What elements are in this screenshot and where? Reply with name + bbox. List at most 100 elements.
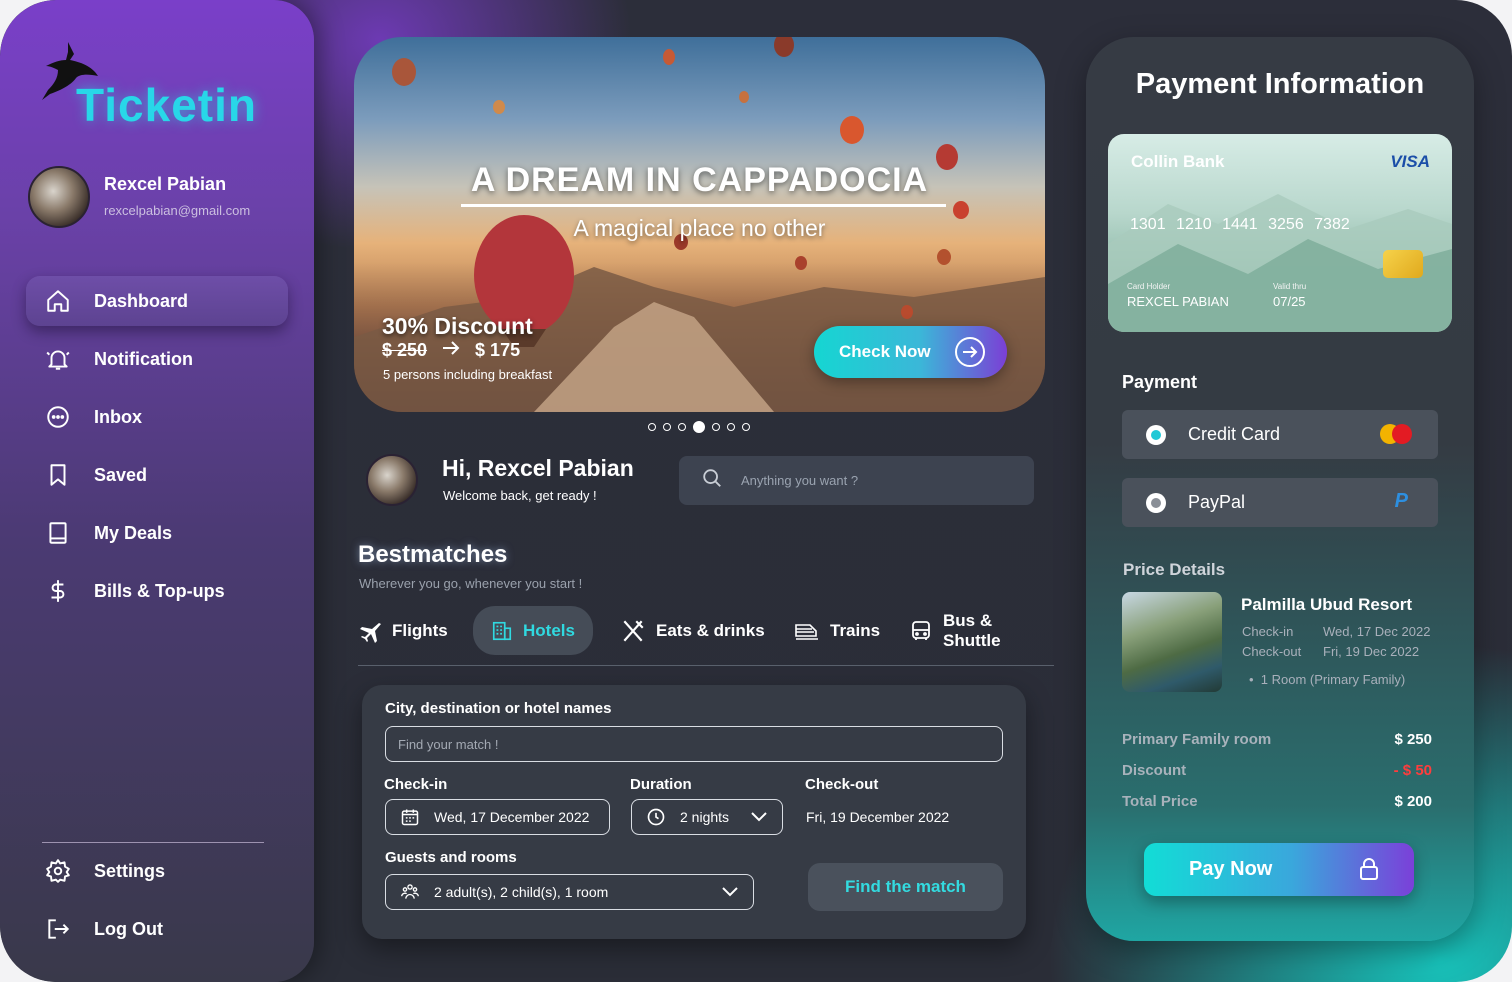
destination-input[interactable]: Find your match ! bbox=[385, 726, 1003, 762]
tab-flights[interactable]: Flights bbox=[358, 606, 448, 655]
sidebar-item-bills[interactable]: Bills & Top-ups bbox=[26, 566, 288, 616]
pay-now-button[interactable]: Pay Now bbox=[1144, 843, 1414, 896]
carousel-dots bbox=[648, 421, 750, 433]
guests-rooms-select[interactable]: 2 adult(s), 2 child(s), 1 room bbox=[385, 874, 754, 910]
hotel-search-form: City, destination or hotel names Find yo… bbox=[362, 685, 1026, 939]
chevron-down-icon bbox=[721, 884, 739, 901]
payment-option-paypal[interactable]: PayPal P bbox=[1122, 478, 1438, 527]
tab-bus-shuttle[interactable]: Bus & Shuttle bbox=[909, 606, 1054, 655]
bus-icon bbox=[909, 619, 933, 643]
tab-hotels[interactable]: Hotels bbox=[473, 606, 593, 655]
sidebar-item-label: Notification bbox=[94, 348, 193, 369]
carousel-dot[interactable] bbox=[742, 423, 750, 431]
avatar[interactable] bbox=[366, 454, 418, 506]
hero-subtitle: A magical place no other bbox=[573, 215, 826, 241]
visa-logo: VISA bbox=[1390, 152, 1430, 171]
price-amount: $ 250 bbox=[1394, 731, 1432, 748]
bullet-icon: • bbox=[1249, 672, 1261, 687]
bell-icon bbox=[44, 345, 72, 373]
hero-title-underline bbox=[461, 204, 946, 207]
utensils-icon bbox=[620, 618, 646, 644]
carousel-dot[interactable] bbox=[727, 423, 735, 431]
carousel-dot[interactable] bbox=[678, 423, 686, 431]
search-input[interactable]: Anything you want ? bbox=[679, 456, 1034, 505]
check-now-label: Check Now bbox=[839, 342, 931, 361]
home-icon bbox=[44, 287, 72, 315]
resort-name: Palmilla Ubud Resort bbox=[1241, 595, 1412, 614]
card-bank: Collin Bank bbox=[1131, 152, 1225, 171]
mastercard-icon bbox=[1380, 424, 1414, 444]
tab-label: Bus & Shuttle bbox=[943, 610, 1001, 650]
card-valid: 07/25 bbox=[1273, 294, 1306, 309]
price-details-label: Price Details bbox=[1123, 560, 1226, 579]
discount-label: 30% Discount bbox=[382, 313, 533, 339]
carousel-dot-active[interactable] bbox=[693, 421, 705, 433]
resort-image bbox=[1122, 592, 1222, 692]
radio-unselected[interactable] bbox=[1146, 492, 1166, 513]
search-placeholder: Anything you want ? bbox=[741, 473, 859, 488]
price-line-discount: Discount - $ 50 bbox=[1122, 762, 1432, 779]
checkout-value: Fri, 19 December 2022 bbox=[806, 809, 950, 825]
logo[interactable]: Ticketin bbox=[40, 40, 270, 140]
sidebar-item-logout[interactable]: Log Out bbox=[26, 904, 288, 954]
sidebar-item-label: Dashboard bbox=[94, 290, 189, 311]
checkin-date-picker[interactable]: Wed, 17 December 2022 bbox=[385, 799, 610, 835]
plane-icon bbox=[358, 619, 382, 643]
carousel-dot[interactable] bbox=[648, 423, 656, 431]
new-price: $ 175 bbox=[475, 340, 521, 360]
duration-label: Duration bbox=[630, 776, 692, 793]
hero-title: A DREAM IN CAPPADOCIA bbox=[470, 161, 929, 199]
tab-label: Hotels bbox=[523, 620, 575, 640]
price-label: Discount bbox=[1122, 762, 1187, 779]
train-icon bbox=[794, 619, 820, 643]
duration-select[interactable]: 2 nights bbox=[631, 799, 783, 835]
card-holder: REXCEL PABIAN bbox=[1127, 294, 1229, 309]
checkout-value: Fri, 19 Dec 2022 bbox=[1323, 644, 1420, 659]
gear-icon bbox=[44, 857, 72, 885]
tab-label: Flights bbox=[392, 620, 448, 640]
payment-option-label: Credit Card bbox=[1188, 424, 1281, 444]
sidebar-bottom-nav: Settings Log Out bbox=[26, 846, 288, 962]
tab-eats-drinks[interactable]: Eats & drinks bbox=[620, 606, 765, 655]
checkin-value: Wed, 17 Dec 2022 bbox=[1323, 624, 1431, 639]
sidebar-item-settings[interactable]: Settings bbox=[26, 846, 288, 896]
sidebar-item-saved[interactable]: Saved bbox=[26, 450, 288, 500]
payment-option-credit-card[interactable]: Credit Card bbox=[1122, 410, 1438, 459]
app-name: Ticketin bbox=[76, 79, 257, 131]
sidebar-item-notification[interactable]: Notification bbox=[26, 334, 288, 384]
user-profile[interactable]: Rexcel Pabian rexcelpabian@gmail.com bbox=[28, 166, 298, 230]
tab-trains[interactable]: Trains bbox=[794, 606, 880, 655]
price-line-room: Primary Family room $ 250 bbox=[1122, 731, 1432, 748]
sidebar-item-inbox[interactable]: Inbox bbox=[26, 392, 288, 442]
hero-banner[interactable]: A DREAM IN CAPPADOCIA A magical place no… bbox=[354, 37, 1045, 412]
pay-now-label: Pay Now bbox=[1189, 858, 1273, 880]
sidebar-item-dashboard[interactable]: Dashboard bbox=[26, 276, 288, 326]
section-subtitle: Wherever you go, whenever you start ! bbox=[359, 576, 583, 591]
hero-prices: $ 250 $ 175 bbox=[382, 340, 520, 361]
arrow-right-icon bbox=[441, 340, 461, 361]
clock-icon bbox=[646, 807, 666, 827]
logout-icon bbox=[44, 915, 72, 943]
checkout-label: Check-out bbox=[1242, 644, 1302, 659]
resort-checkout: Check-out Fri, 19 Dec 2022 bbox=[1242, 644, 1419, 659]
duration-value: 2 nights bbox=[680, 809, 730, 825]
app-window: Ticketin Rexcel Pabian rexcelpabian@gmai… bbox=[0, 0, 1512, 982]
carousel-dot[interactable] bbox=[663, 423, 671, 431]
guests-icon bbox=[400, 882, 420, 902]
find-match-button[interactable]: Find the match bbox=[808, 863, 1003, 911]
credit-card[interactable]: Collin Bank VISA 1301 1210 1441 3256 738… bbox=[1108, 134, 1452, 332]
sidebar-item-my-deals[interactable]: My Deals bbox=[26, 508, 288, 558]
sidebar-item-label: Settings bbox=[94, 860, 166, 881]
price-line-total: Total Price $ 200 bbox=[1122, 793, 1432, 810]
checkin-value: Wed, 17 December 2022 bbox=[434, 809, 590, 825]
resort-checkin: Check-in Wed, 17 Dec 2022 bbox=[1242, 624, 1430, 639]
radio-selected[interactable] bbox=[1146, 424, 1166, 445]
room-value: 1 Room (Primary Family) bbox=[1260, 672, 1406, 687]
carousel-dot[interactable] bbox=[712, 423, 720, 431]
payment-option-label: PayPal bbox=[1188, 492, 1246, 512]
arrow-circle-icon bbox=[955, 337, 985, 367]
card-number: 1301 1210 1441 3256 7382 bbox=[1130, 216, 1350, 233]
payment-panel: Payment Information Collin Bank VISA 130… bbox=[1086, 37, 1474, 941]
check-now-button[interactable]: Check Now bbox=[814, 326, 1007, 378]
hotel-icon bbox=[491, 620, 513, 642]
